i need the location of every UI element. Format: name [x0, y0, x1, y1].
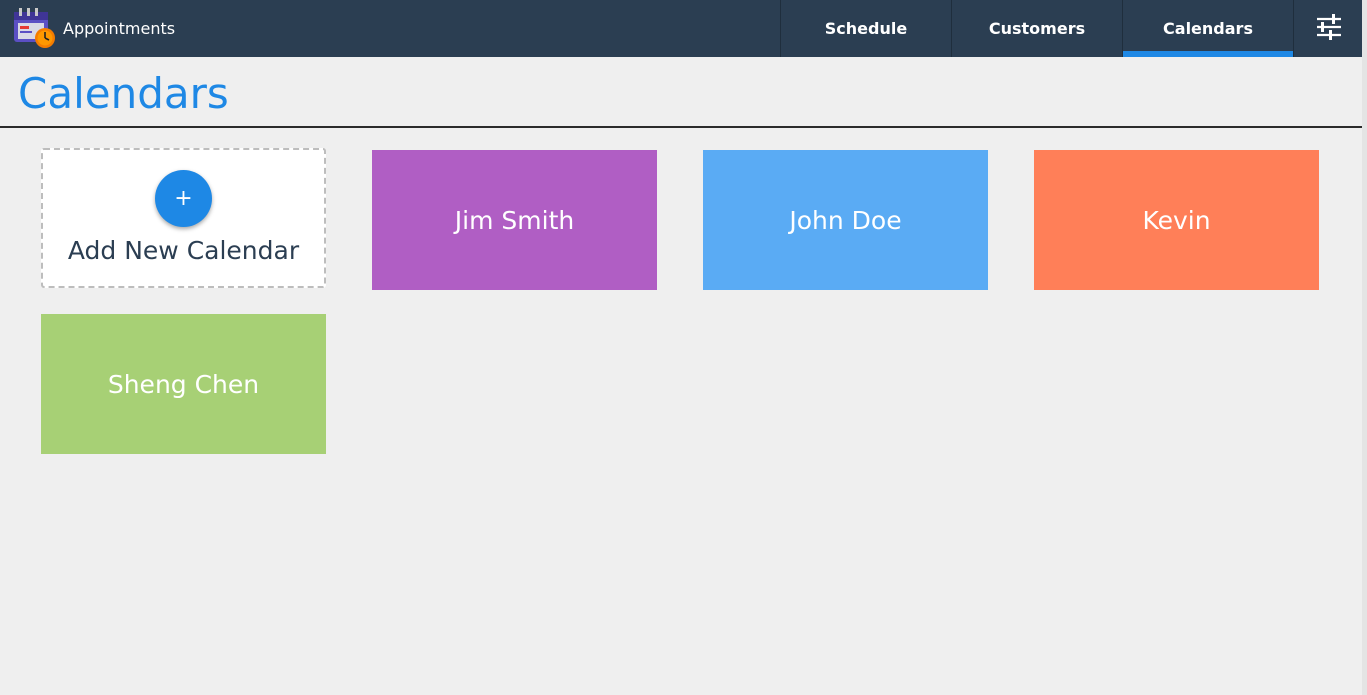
tab-customers[interactable]: Customers	[951, 0, 1122, 57]
calendar-name: Kevin	[1142, 205, 1211, 235]
sliders-icon	[1317, 14, 1341, 40]
tab-calendars-label: Calendars	[1163, 19, 1253, 38]
app-title: Appointments	[63, 19, 176, 38]
tab-calendars[interactable]: Calendars	[1122, 0, 1293, 57]
window-edge	[1362, 0, 1367, 695]
calendar-card[interactable]: Kevin	[1034, 150, 1319, 290]
calendar-card[interactable]: Sheng Chen	[41, 314, 326, 454]
settings-button[interactable]	[1293, 0, 1362, 57]
page-title: Calendars	[18, 69, 229, 118]
add-circle-button[interactable]: +	[155, 170, 212, 227]
calendar-name: Jim Smith	[454, 205, 575, 235]
top-app-bar: Appointments Schedule Customers Calendar…	[0, 0, 1362, 57]
app-calendar-clock-icon[interactable]	[13, 6, 57, 50]
title-divider	[0, 126, 1362, 128]
tab-customers-label: Customers	[988, 19, 1086, 38]
calendar-card[interactable]: John Doe	[703, 150, 988, 290]
add-calendar-label: Add New Calendar	[67, 236, 300, 265]
calendar-card[interactable]: Jim Smith	[372, 150, 657, 290]
tab-schedule[interactable]: Schedule	[780, 0, 951, 57]
calendar-name: Sheng Chen	[107, 369, 260, 399]
add-calendar-card[interactable]: + Add New Calendar	[41, 148, 326, 288]
calendar-name: John Doe	[789, 205, 902, 235]
plus-icon: +	[174, 186, 193, 211]
tab-schedule-label: Schedule	[824, 19, 908, 38]
